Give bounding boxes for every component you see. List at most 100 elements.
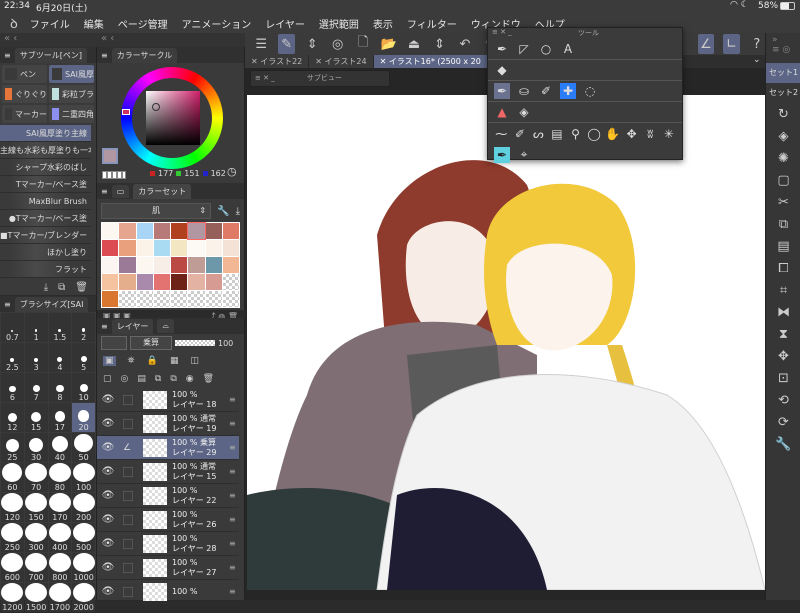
color-swatch[interactable]: [171, 223, 188, 239]
updown-icon[interactable]: ⇕: [304, 34, 320, 54]
subtool-group[interactable]: マーカー: [2, 105, 47, 123]
color-swatch[interactable]: [102, 257, 119, 273]
brush-size-option[interactable]: 100: [72, 463, 95, 492]
color-swatch[interactable]: [205, 291, 222, 307]
brush-size-option[interactable]: 200: [72, 493, 95, 522]
brush-tool-icon[interactable]: ✐: [513, 126, 528, 142]
layer-menu-icon[interactable]: ≡: [229, 443, 239, 452]
color-swatch[interactable]: [102, 240, 119, 256]
color-swatch[interactable]: [136, 223, 153, 239]
brush-preset[interactable]: SAI風厚塗り主線: [0, 125, 91, 142]
eye-icon[interactable]: 👁: [97, 394, 119, 405]
help-icon[interactable]: ?: [749, 34, 765, 54]
hue-handle[interactable]: [122, 109, 130, 115]
brush-size-option[interactable]: 10: [72, 373, 95, 402]
open-folder-icon[interactable]: 📂: [380, 34, 396, 54]
eye-icon[interactable]: 👁: [97, 562, 119, 573]
fill-icon[interactable]: ◈: [766, 125, 800, 147]
layer-color-select[interactable]: [101, 336, 127, 350]
layer-checkbox[interactable]: [123, 538, 133, 549]
layer-menu-icon[interactable]: ≡: [229, 515, 239, 524]
copy-layer-icon[interactable]: ⧉: [155, 374, 161, 384]
rotate-canvas-icon[interactable]: ⟲: [766, 389, 800, 411]
color-swatch[interactable]: [102, 223, 119, 239]
color-swatch[interactable]: [222, 240, 239, 256]
layer-menu-icon[interactable]: ≡: [229, 491, 239, 500]
clip-icon[interactable]: ▣: [103, 356, 116, 366]
wrench-icon[interactable]: 🔧: [217, 206, 229, 217]
layer-row[interactable]: 👁 100 % レイヤー 28 ≡: [97, 532, 239, 556]
layer-row[interactable]: 👁 100 % レイヤー 27 ≡: [97, 556, 239, 580]
zoom-fit-icon[interactable]: ⊡: [766, 367, 800, 389]
brush-size-option[interactable]: 2000: [72, 583, 95, 612]
brush-preset[interactable]: 主線も水彩も厚塗りも一本: [0, 142, 91, 159]
color-swatch[interactable]: [102, 274, 119, 290]
lock-alpha-icon[interactable]: ▦: [170, 356, 179, 366]
color-picker-cursor[interactable]: [152, 103, 160, 111]
tool-set-tab[interactable]: セット2: [766, 83, 800, 103]
brush-preset[interactable]: ほかし塗り: [0, 244, 91, 261]
save-icon[interactable]: ⏏: [406, 34, 422, 54]
panel-menu-icon[interactable]: ≡: [4, 51, 11, 60]
ellipse-tool-icon[interactable]: ○: [538, 41, 554, 57]
tab-close-icon[interactable]: ✕: [251, 57, 260, 66]
color-swatch[interactable]: [188, 274, 205, 290]
color-swatch[interactable]: [102, 291, 119, 307]
layer-menu-icon[interactable]: ≡: [229, 419, 239, 428]
menu-item[interactable]: ファイル: [30, 16, 70, 31]
eraser-tool-icon[interactable]: ◆: [494, 62, 510, 78]
color-swatch[interactable]: [136, 240, 153, 256]
brush-preset[interactable]: ●Tマーカー/ベース塗: [0, 210, 91, 227]
brush-size-option[interactable]: 1000: [72, 553, 95, 582]
layer-row[interactable]: 👁 100 % レイヤー 18 ≡: [97, 388, 239, 412]
tabs-dropdown-icon[interactable]: ⌄: [753, 55, 761, 65]
panel-menu-icon[interactable]: ≡: [101, 187, 108, 196]
brush-preset[interactable]: フラット: [0, 261, 91, 278]
opacity-slider[interactable]: [175, 340, 215, 346]
subtool-group[interactable]: SAI風厚: [49, 65, 94, 83]
color-swatch[interactable]: [136, 274, 153, 290]
brush-size-option[interactable]: 17: [48, 403, 72, 432]
reset-icon[interactable]: ⟳: [766, 411, 800, 433]
watercolor-tool-icon[interactable]: ᔕ: [531, 126, 546, 142]
color-swatch[interactable]: [153, 257, 170, 273]
brush-size-option[interactable]: 150: [24, 493, 48, 522]
new-file-icon[interactable]: 🗋: [355, 34, 371, 54]
fill-tool-icon[interactable]: ◈: [516, 104, 532, 120]
menu-item[interactable]: フィルター: [407, 16, 457, 31]
balloon-tool-icon[interactable]: ◯: [587, 126, 602, 142]
layer-checkbox[interactable]: [123, 562, 133, 573]
layer-checkbox[interactable]: [123, 466, 133, 477]
flip-horizontal-icon[interactable]: ⧓: [766, 301, 800, 323]
brush-size-option[interactable]: 7: [24, 373, 48, 402]
brush-size-option[interactable]: 600: [1, 553, 24, 582]
brush-size-option[interactable]: 1: [24, 313, 48, 342]
brush-size-option[interactable]: 3: [24, 343, 48, 372]
duplicate-icon[interactable]: ⧉: [58, 282, 65, 293]
brush-size-option[interactable]: 1700: [48, 583, 72, 612]
subtool-group[interactable]: 彩粒ブラ: [49, 85, 94, 103]
airbrush-tool-icon[interactable]: ⛀: [516, 83, 532, 99]
eye-icon[interactable]: 👁: [97, 490, 119, 501]
brush-size-option[interactable]: 800: [48, 553, 72, 582]
layer-row[interactable]: 👁 ∠ 100 % 乗算 レイヤー 29 ≡: [97, 436, 239, 460]
brush-size-option[interactable]: 250: [1, 523, 24, 552]
brush-size-option[interactable]: 300: [24, 523, 48, 552]
color-swatch[interactable]: [153, 223, 170, 239]
lasso-tool-icon[interactable]: ◌: [582, 83, 598, 99]
color-swatch[interactable]: [222, 274, 239, 290]
brush-size-option[interactable]: 70: [24, 463, 48, 492]
color-swatch[interactable]: [119, 274, 136, 290]
tab-close-icon[interactable]: ✕: [315, 57, 324, 66]
hand-tool-icon[interactable]: ✋: [605, 126, 620, 142]
color-swatch[interactable]: [205, 223, 222, 239]
document-tab[interactable]: ✕ イラスト16* (2500 x 20: [373, 55, 488, 68]
color-swatch[interactable]: [136, 257, 153, 273]
eye-icon[interactable]: 👁: [97, 442, 119, 453]
brush-size-option[interactable]: 25: [1, 433, 24, 462]
merge-layer-icon[interactable]: ⧉: [170, 374, 176, 384]
brush-size-option[interactable]: 40: [48, 433, 72, 462]
ruler-icon[interactable]: ∠: [697, 34, 715, 54]
move-icon[interactable]: ✥: [766, 345, 800, 367]
color-mode-icon[interactable]: ◷: [227, 165, 237, 178]
